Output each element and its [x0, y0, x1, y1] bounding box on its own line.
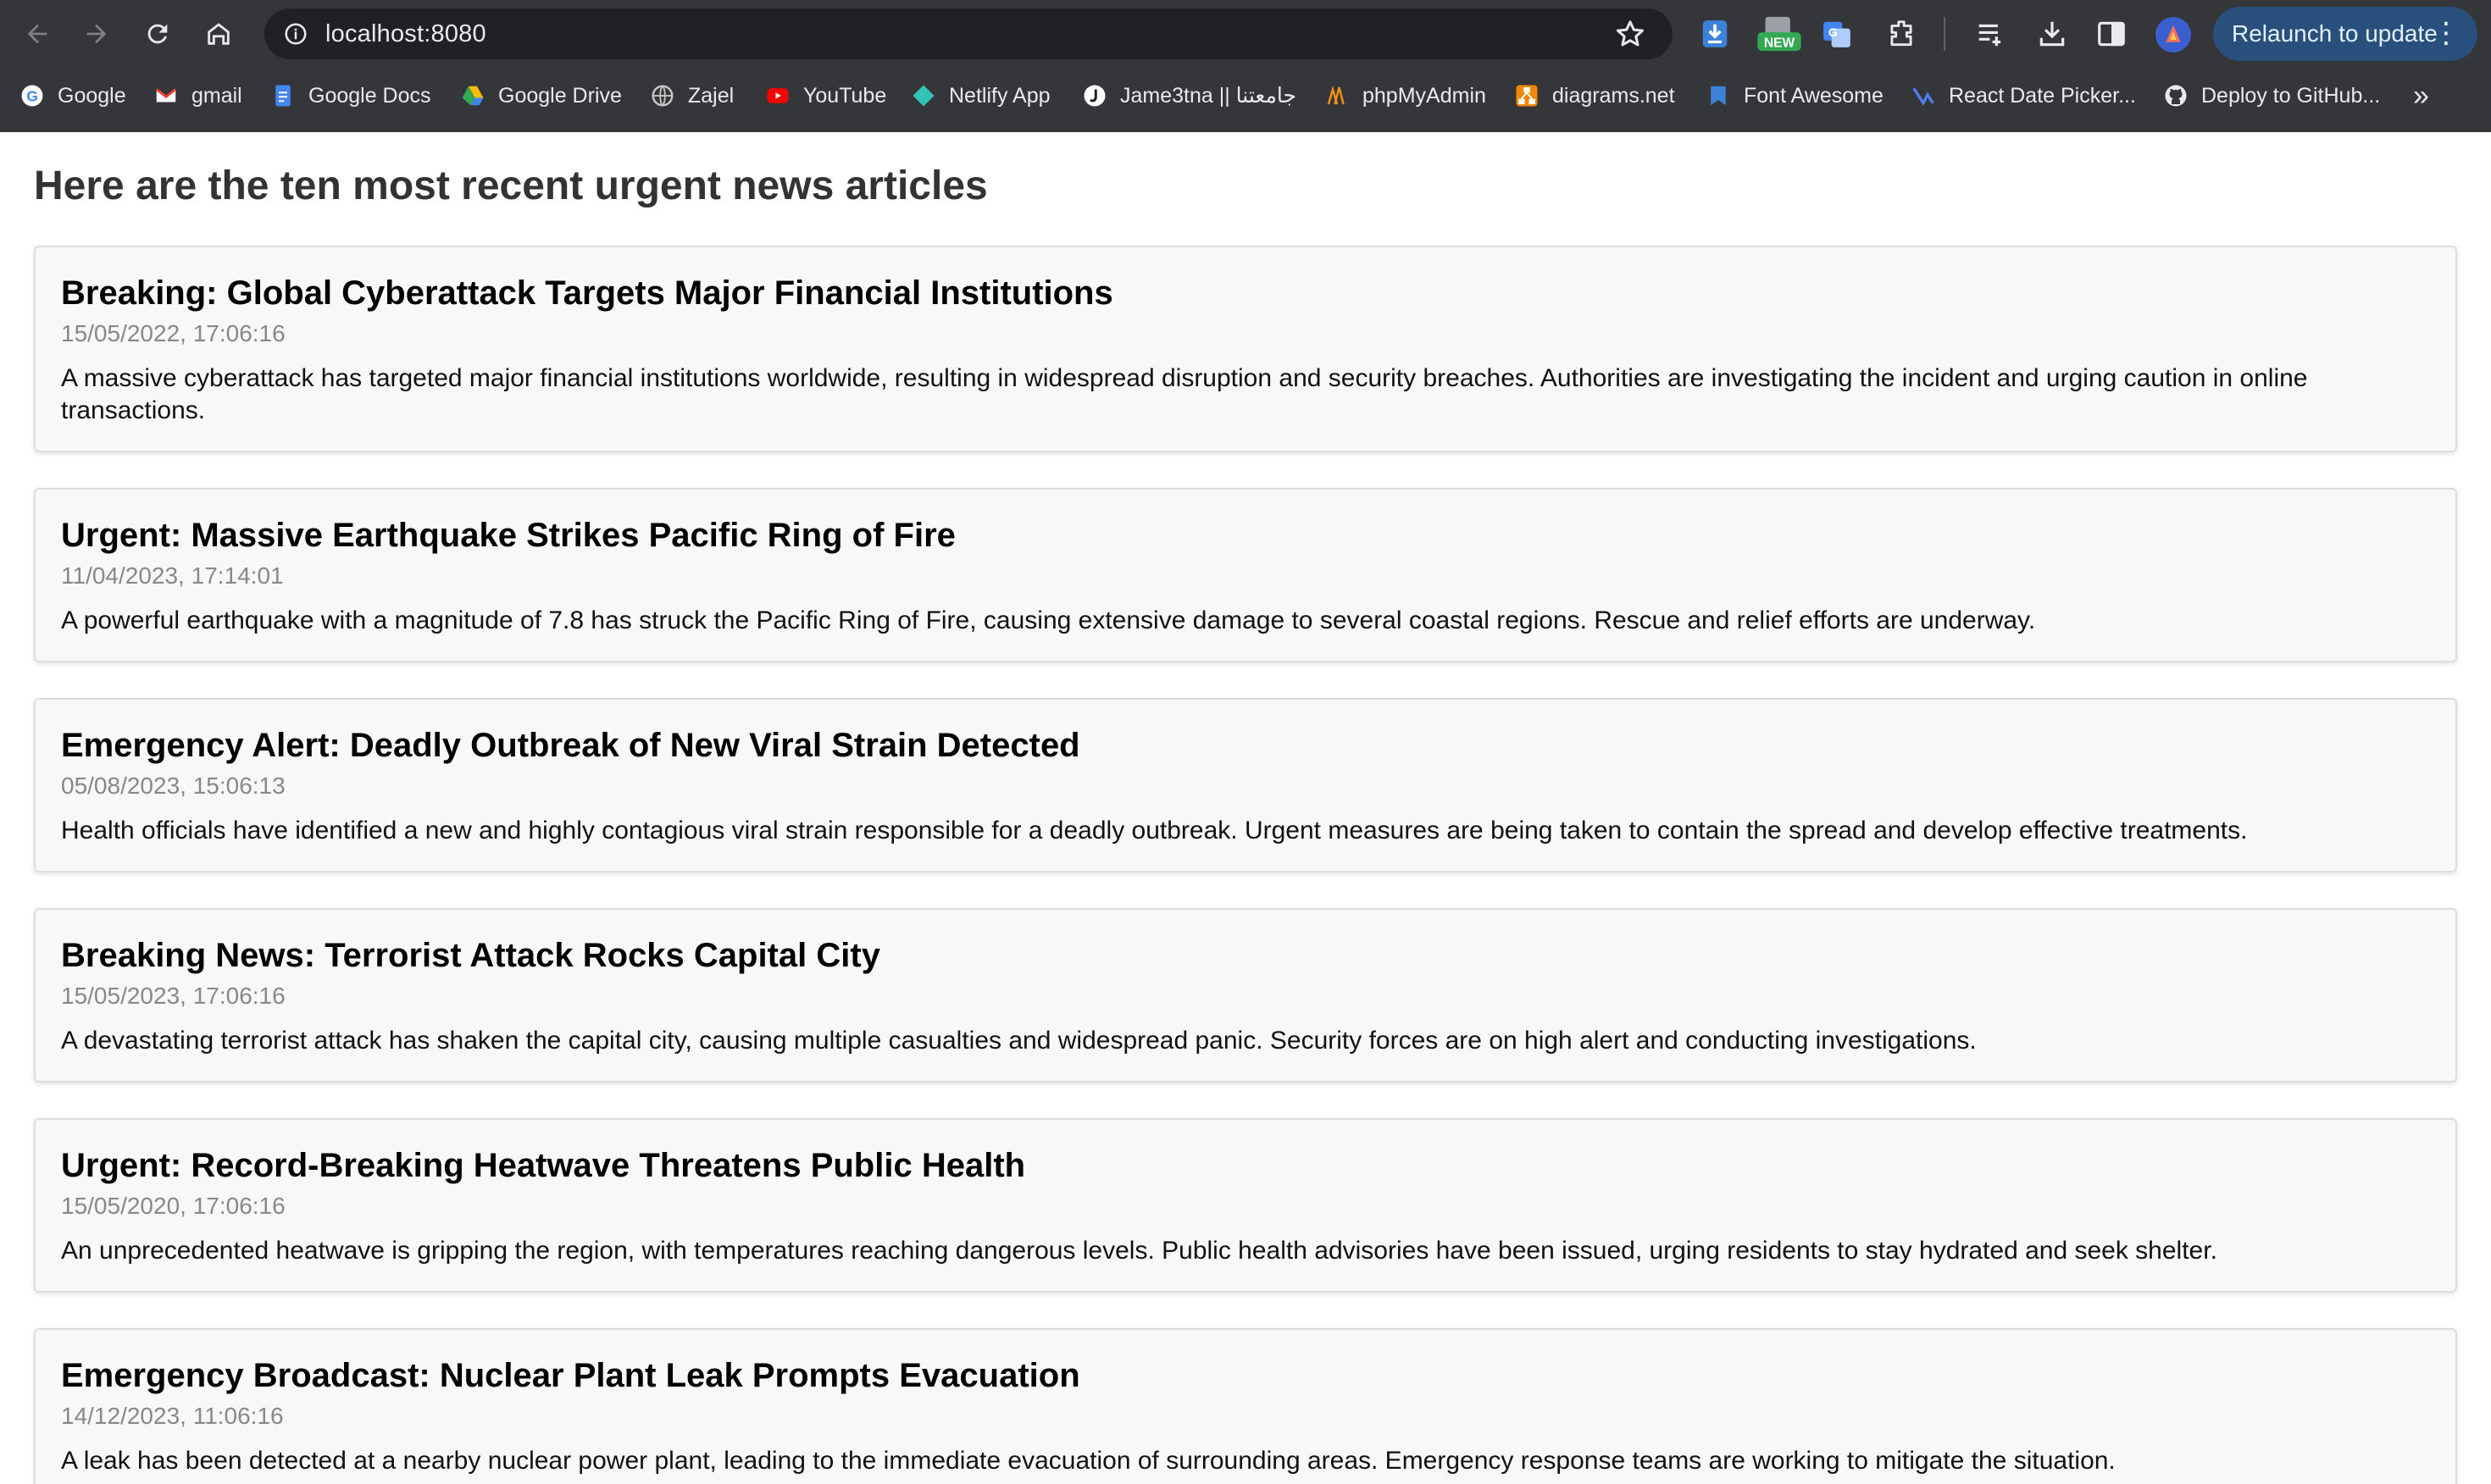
article-title: Emergency Alert: Deadly Outbreak of New …	[61, 727, 1080, 764]
relaunch-button[interactable]: Relaunch to update ⋮	[2213, 7, 2477, 61]
article-title: Breaking: Global Cyberattack Targets Maj…	[61, 274, 1113, 312]
bookmark-google[interactable]: G Google	[19, 76, 126, 115]
new-badge-text: NEW	[1764, 36, 1795, 51]
bookmark-font-awesome[interactable]: Font Awesome	[1705, 76, 1884, 115]
url-text[interactable]: localhost:8080	[325, 20, 486, 48]
article-body: Health officials have identified a new a…	[61, 817, 2248, 844]
bookmark-phpmyadmin[interactable]: phpMyAdmin	[1323, 76, 1486, 115]
bookmark-label: YouTube	[803, 83, 887, 108]
bookmark-label: Deploy to GitHub...	[2201, 83, 2381, 108]
bookmark-gmail[interactable]: gmail	[153, 76, 242, 115]
reload-icon[interactable]	[137, 14, 178, 54]
bookmark-label: gmail	[191, 83, 242, 108]
profile-avatar[interactable]	[2155, 17, 2191, 53]
bookmark-google-drive[interactable]: Google Drive	[459, 76, 622, 115]
bookmark-label: React Date Picker...	[1949, 83, 2136, 108]
globe-icon	[649, 82, 676, 109]
download-extension-icon[interactable]	[1696, 15, 1734, 53]
extensions-puzzle-icon[interactable]	[1883, 15, 1920, 53]
bookmark-star-icon[interactable]	[1613, 17, 1647, 51]
relaunch-label: Relaunch to update	[2232, 20, 2438, 47]
svg-text:G: G	[1828, 26, 1838, 40]
google-icon: G	[19, 82, 46, 109]
article-card: Urgent: Massive Earthquake Strikes Pacif…	[34, 488, 2457, 662]
article-date: 05/08/2023, 15:06:13	[61, 772, 286, 799]
site-info-icon[interactable]	[278, 16, 313, 52]
article-body: A leak has been detected at a nearby nuc…	[61, 1447, 2116, 1475]
article-body: An unprecedented heatwave is gripping th…	[61, 1237, 2217, 1265]
bookmark-label: diagrams.net	[1552, 83, 1675, 108]
toolbar-separator	[1944, 17, 1945, 51]
article-date: 14/12/2023, 11:06:16	[61, 1403, 284, 1429]
article-date: 15/05/2022, 17:06:16	[61, 320, 286, 346]
chevron-double-right-icon[interactable]: »	[2413, 81, 2444, 112]
article-card: Urgent: Record-Breaking Heatwave Threate…	[34, 1118, 2457, 1293]
svg-text:G: G	[26, 87, 38, 104]
react-datepicker-icon	[1910, 82, 1937, 109]
bookmark-label: Google Drive	[498, 83, 622, 108]
article-title: Urgent: Massive Earthquake Strikes Pacif…	[61, 517, 956, 554]
diagrams-icon	[1513, 82, 1540, 109]
article-date: 11/04/2023, 17:14:01	[61, 562, 284, 589]
bookmark-react-date-picker[interactable]: React Date Picker...	[1910, 76, 2136, 115]
bookmark-google-docs[interactable]: Google Docs	[269, 76, 431, 115]
new-extension-icon[interactable]: NEW	[1756, 15, 1803, 53]
article-body: A devastating terrorist attack has shake…	[61, 1027, 1977, 1055]
article-card: Emergency Alert: Deadly Outbreak of New …	[34, 698, 2457, 872]
drive-icon	[459, 82, 486, 109]
bookmark-label: Google Docs	[308, 83, 431, 108]
article-card: Breaking News: Terrorist Attack Rocks Ca…	[34, 908, 2457, 1083]
article-body: A massive cyberattack has targeted major…	[61, 364, 2308, 424]
article-card: Breaking: Global Cyberattack Targets Maj…	[34, 246, 2457, 452]
netlify-icon	[910, 82, 937, 109]
docs-icon	[269, 82, 297, 109]
article-title: Breaking News: Terrorist Attack Rocks Ca…	[61, 937, 880, 974]
phpmyadmin-icon	[1323, 82, 1351, 109]
bookmark-label: phpMyAdmin	[1362, 83, 1486, 108]
bookmark-label: Jame3tna || جامعتنا	[1120, 84, 1296, 108]
reading-list-icon[interactable]	[1972, 15, 2010, 53]
browser-chrome: localhost:8080 NEW G Relaunch to update …	[0, 0, 2491, 132]
article-date: 15/05/2020, 17:06:16	[61, 1193, 286, 1219]
menu-kebab-icon[interactable]: ⋮	[2432, 19, 2460, 47]
bookmark-deploy-github[interactable]: Deploy to GitHub...	[2162, 76, 2380, 115]
back-icon[interactable]	[17, 14, 58, 54]
article-title: Emergency Broadcast: Nuclear Plant Leak …	[61, 1357, 1080, 1394]
downloads-icon[interactable]	[2033, 15, 2071, 53]
article-card: Emergency Broadcast: Nuclear Plant Leak …	[34, 1328, 2457, 1484]
bookmark-label: Google	[58, 83, 126, 108]
article-date: 15/05/2023, 17:06:16	[61, 983, 286, 1009]
bookmark-jame3tna[interactable]: Jame3tna || جامعتنا	[1081, 76, 1296, 115]
youtube-icon	[764, 82, 791, 109]
page-content: Here are the ten most recent urgent news…	[0, 132, 2491, 1484]
translate-extension-icon[interactable]: G	[1818, 15, 1856, 53]
side-panel-icon[interactable]	[2093, 15, 2130, 53]
bookmark-netlify[interactable]: Netlify App	[910, 76, 1051, 115]
article-title: Urgent: Record-Breaking Heatwave Threate…	[61, 1147, 1026, 1184]
page-title: Here are the ten most recent urgent news…	[34, 163, 988, 208]
bookmark-label: Zajel	[688, 83, 735, 108]
article-body: A powerful earthquake with a magnitude o…	[61, 606, 2036, 634]
home-icon[interactable]	[198, 14, 239, 54]
bookmark-zajel[interactable]: Zajel	[649, 76, 734, 115]
address-bar[interactable]: localhost:8080	[264, 8, 1673, 59]
bookmarks-bar: G Google gmail Google Docs Google Drive …	[0, 76, 2491, 115]
browser-toolbar: localhost:8080 NEW G Relaunch to update …	[0, 0, 2491, 68]
bookmark-diagrams[interactable]: diagrams.net	[1513, 76, 1675, 115]
flag-icon	[1705, 82, 1732, 109]
bookmark-label: Netlify App	[949, 83, 1051, 108]
bookmark-youtube[interactable]: YouTube	[764, 76, 886, 115]
gmail-icon	[153, 82, 180, 109]
github-icon	[2162, 82, 2189, 109]
forward-icon[interactable]	[76, 14, 117, 54]
jame3tna-icon	[1081, 82, 1108, 109]
bookmark-label: Font Awesome	[1744, 83, 1884, 108]
